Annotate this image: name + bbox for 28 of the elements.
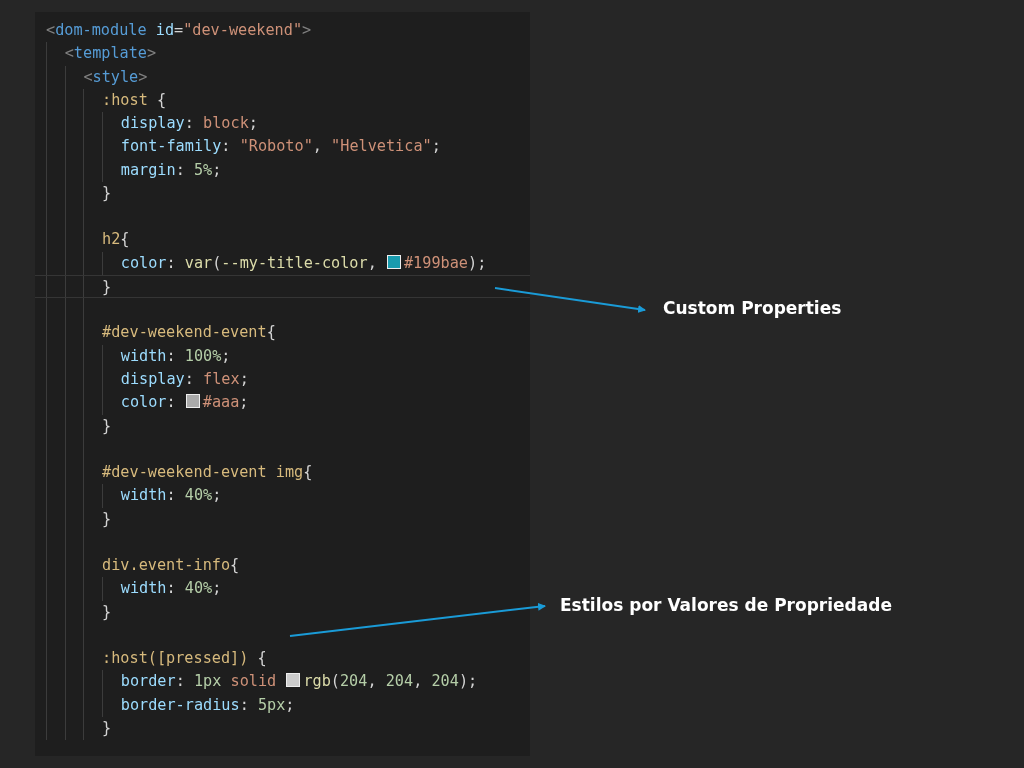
code-line: }: [102, 415, 112, 437]
code-line: border-radius: 5px;: [120, 694, 295, 716]
code-line: <style>: [83, 66, 148, 88]
code-line: }: [102, 601, 112, 623]
code-line: font-family: "Roboto", "Helvetica";: [120, 136, 441, 158]
code-line: width: 100%;: [120, 345, 231, 367]
code-line: :host {: [102, 89, 167, 111]
code-line: }: [102, 276, 112, 298]
code-line: #dev-weekend-event img{: [102, 462, 313, 484]
code-line: color: #aaa;: [120, 392, 249, 414]
code-line: <dom-module id="dev-weekend">: [46, 20, 312, 41]
code-line: }: [102, 182, 112, 204]
code-line: }: [102, 508, 112, 530]
code-line: display: block;: [120, 113, 258, 135]
code-line: :host([pressed]) {: [102, 648, 267, 670]
code-line: h2{: [102, 229, 130, 251]
code-line: border: 1px solid rgb(204, 204, 204);: [120, 671, 478, 693]
code-line: margin: 5%;: [120, 159, 222, 181]
code-line: div.event-info{: [102, 555, 240, 577]
code-line: display: flex;: [120, 369, 249, 390]
callout-label: Custom Properties: [663, 298, 842, 318]
code-line: width: 40%;: [120, 578, 222, 600]
callout-label: Estilos por Valores de Propriedade: [560, 595, 892, 615]
code-line: width: 40%;: [120, 485, 222, 507]
code-line: #dev-weekend-event{: [102, 322, 276, 344]
code-line: }: [102, 717, 112, 739]
code-line: <template>: [64, 43, 157, 65]
code-line: color: var(--my-title-color, #199bae);: [120, 252, 487, 274]
